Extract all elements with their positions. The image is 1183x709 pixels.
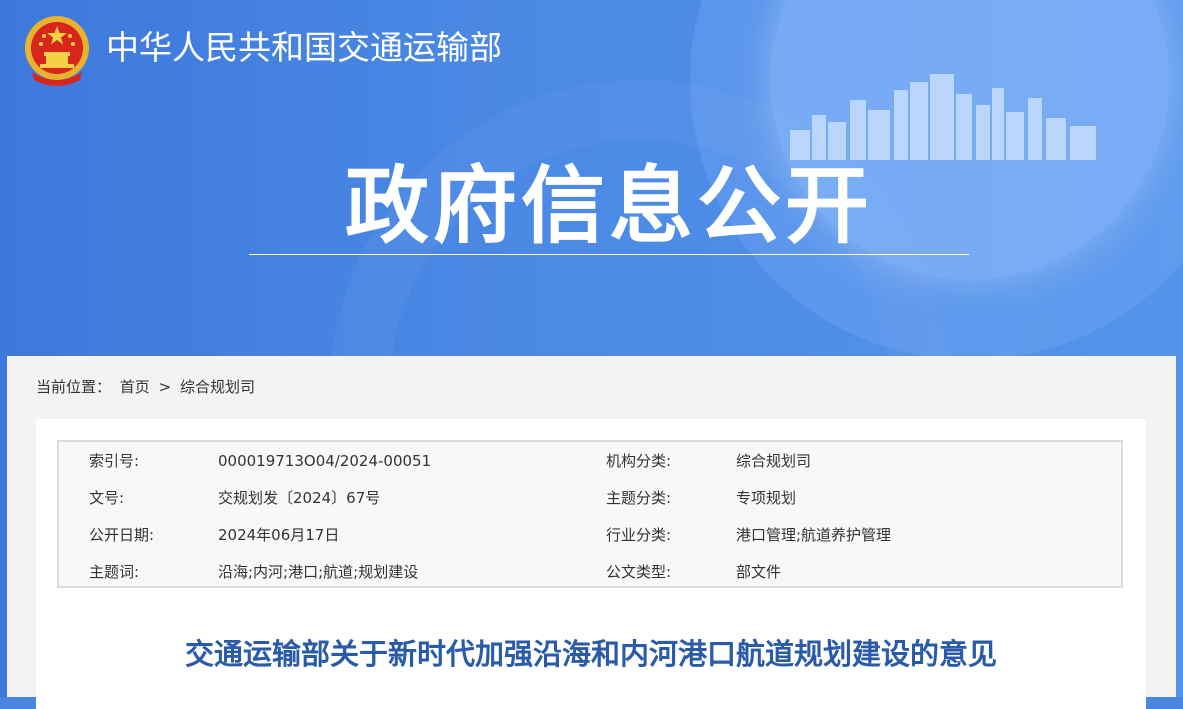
title-divider [249,254,969,255]
metadata-value: 2024年06月17日 [218,526,340,544]
metadata-value: 专项规划 [736,489,797,507]
metadata-row: 索引号: 000019713O04/2024-00051 机构分类: 综合规划司 [59,442,1121,479]
metadata-row: 文号: 交规划发〔2024〕67号 主题分类: 专项规划 [59,479,1121,516]
main-content: 当前位置： 首页 > 综合规划司 索引号: 000019713O04/2024-… [7,356,1176,709]
metadata-value: 000019713O04/2024-00051 [218,452,432,470]
breadcrumb-current-link[interactable]: 综合规划司 [180,378,255,396]
breadcrumb: 当前位置： 首页 > 综合规划司 [36,376,259,398]
metadata-label: 索引号: [89,452,140,470]
document-metadata-table: 索引号: 000019713O04/2024-00051 机构分类: 综合规划司… [57,440,1123,588]
city-skyline-illustration [790,74,1096,160]
document-card: 索引号: 000019713O04/2024-00051 机构分类: 综合规划司… [36,419,1146,709]
metadata-label: 行业分类: [606,526,672,544]
metadata-value: 综合规划司 [736,452,812,470]
ministry-name[interactable]: 中华人民共和国交通运输部 [106,26,502,70]
metadata-label: 主题分类: [606,489,672,507]
document-title: 交通运输部关于新时代加强沿海和内河港口航道规划建设的意见 [184,637,997,671]
metadata-label: 公开日期: [89,526,155,544]
national-emblem-icon [25,16,89,86]
breadcrumb-home-link[interactable]: 首页 [120,378,150,396]
metadata-value: 部文件 [736,563,782,581]
metadata-label: 机构分类: [606,452,672,470]
page-title: 政府信息公开 [344,157,873,255]
metadata-row: 主题词: 沿海;内河;港口;航道;规划建设 公文类型: 部文件 [59,553,1121,590]
metadata-value: 交规划发〔2024〕67号 [218,489,381,507]
metadata-label: 主题词: [89,563,140,581]
metadata-value: 港口管理;航道养护管理 [736,526,892,544]
metadata-label: 公文类型: [606,563,672,581]
metadata-row: 公开日期: 2024年06月17日 行业分类: 港口管理;航道养护管理 [59,516,1121,553]
breadcrumb-separator: > [158,378,172,396]
breadcrumb-prefix: 当前位置： [36,378,112,396]
metadata-label: 文号: [89,489,125,507]
metadata-value: 沿海;内河;港口;航道;规划建设 [218,563,419,581]
